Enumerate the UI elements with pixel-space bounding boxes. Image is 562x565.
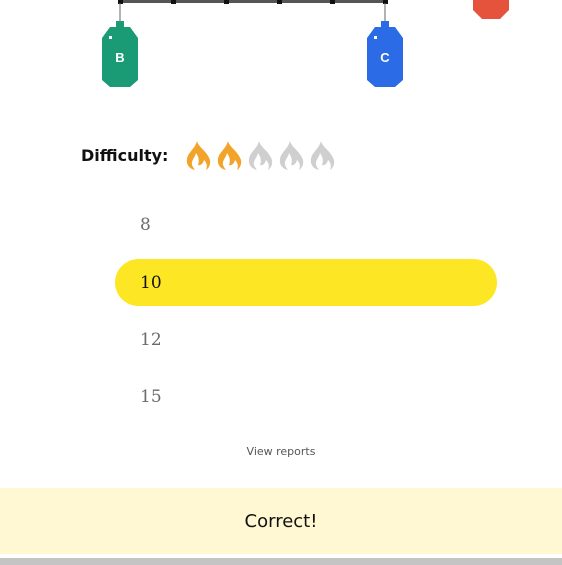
feedback-message: Correct!	[244, 510, 318, 532]
answer-option-label: 8	[140, 214, 151, 235]
view-reports-link[interactable]: View reports	[0, 445, 562, 458]
feedback-bar: Correct!	[0, 488, 562, 554]
flame-icon	[187, 141, 211, 170]
beam-tick	[224, 0, 229, 4]
weight-b: B	[102, 3, 138, 87]
horizontal-scrollbar[interactable]	[0, 558, 562, 565]
answer-option-8[interactable]: 8	[115, 201, 497, 248]
flame-icon	[249, 141, 273, 170]
answer-option-15[interactable]: 15	[115, 373, 497, 420]
flame-icon	[280, 141, 304, 170]
weight-c: C	[367, 3, 403, 87]
beam-tick	[330, 0, 335, 4]
answer-option-label: 10	[140, 272, 162, 293]
answer-option-label: 12	[140, 329, 162, 350]
flame-icon	[311, 141, 335, 170]
answer-option-10[interactable]: 10	[115, 259, 497, 306]
difficulty-flames	[185, 140, 336, 170]
beam-tick	[171, 0, 176, 4]
flame-icon	[218, 141, 242, 170]
balance-diagram: B C	[102, 0, 509, 87]
answer-option-12[interactable]: 12	[115, 316, 497, 363]
beam-tick	[277, 0, 282, 4]
partial-weight	[473, 0, 509, 19]
difficulty-rating: Difficulty:	[81, 138, 336, 172]
weight-c-label: C	[380, 50, 390, 65]
answer-option-label: 15	[140, 386, 162, 407]
beam	[118, 0, 388, 3]
difficulty-label: Difficulty:	[81, 145, 169, 165]
weight-b-label: B	[115, 50, 124, 65]
